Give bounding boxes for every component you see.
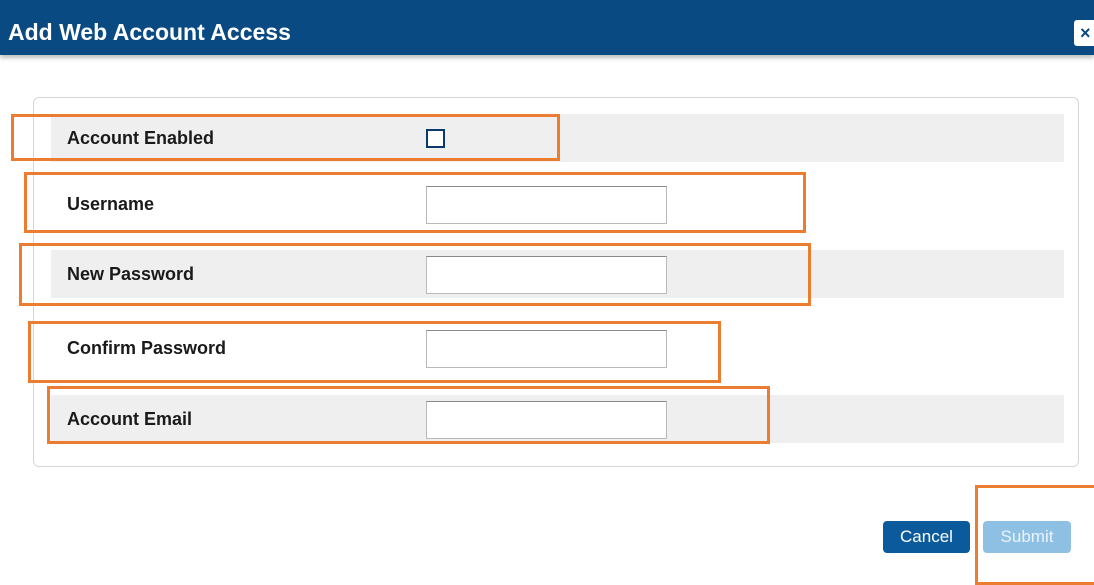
highlight-account-enabled bbox=[11, 114, 560, 161]
cancel-button[interactable]: Cancel bbox=[883, 521, 970, 553]
highlight-new-password bbox=[19, 243, 811, 306]
dialog-title: Add Web Account Access bbox=[8, 19, 291, 45]
highlight-username bbox=[24, 172, 806, 233]
dialog-title-bar: Add Web Account Access × bbox=[0, 0, 1094, 55]
highlight-account-email bbox=[47, 386, 770, 444]
close-icon[interactable]: × bbox=[1074, 20, 1094, 46]
submit-button[interactable]: Submit bbox=[983, 521, 1071, 553]
highlight-confirm-password bbox=[28, 321, 721, 383]
